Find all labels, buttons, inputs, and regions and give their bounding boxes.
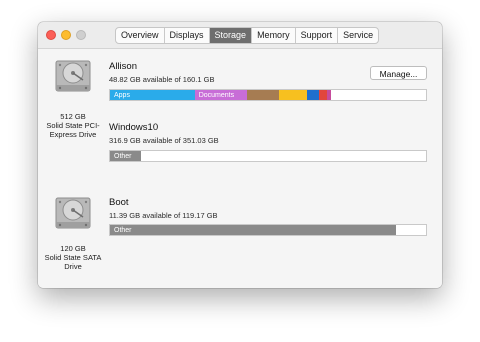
- disk-2-type-line1: Solid State SATA: [44, 253, 102, 262]
- disk-1-type-line1: Solid State PCI-: [46, 121, 100, 130]
- manage-button[interactable]: Manage...: [370, 66, 427, 80]
- storage-segment-apps: Apps: [110, 90, 195, 100]
- tab-displays[interactable]: Displays: [165, 28, 210, 43]
- hard-drive-icon: [55, 197, 91, 229]
- storage-segment-documents: Documents: [194, 90, 247, 100]
- volume-name-boot: Boot: [109, 197, 129, 208]
- storage-bar-boot: Other: [109, 224, 427, 236]
- volume-name-windows10: Windows10: [109, 122, 159, 133]
- tab-bar: Overview Displays Storage Memory Support…: [115, 27, 380, 44]
- storage-bar-windows10: Other: [109, 150, 427, 162]
- storage-segment-category-4: [278, 90, 308, 100]
- minimize-window-button[interactable]: [61, 30, 71, 40]
- tab-memory[interactable]: Memory: [252, 28, 296, 43]
- disk-2-caption: 120 GB Solid State SATA Drive: [38, 244, 108, 271]
- tab-storage[interactable]: Storage: [209, 28, 253, 43]
- zoom-window-button[interactable]: [76, 30, 86, 40]
- storage-bar-allison: Apps Documents: [109, 89, 427, 101]
- storage-segment-category-7: [326, 90, 331, 100]
- disk-2-type-line2: Drive: [64, 262, 82, 271]
- volume-available-boot: 11.39 GB available of 119.17 GB: [109, 211, 218, 220]
- disk-2-capacity: 120 GB: [60, 244, 86, 253]
- volume-available-allison: 48.82 GB available of 160.1 GB: [109, 75, 215, 84]
- storage-segment-category-6: [318, 90, 327, 100]
- volume-available-windows10: 316.9 GB available of 351.03 GB: [109, 136, 219, 145]
- disk-1-caption: 512 GB Solid State PCI- Express Drive: [38, 112, 108, 139]
- disk-1-type-line2: Express Drive: [49, 130, 97, 139]
- volume-name-allison: Allison: [109, 61, 137, 72]
- storage-segment-other: Other: [110, 151, 141, 161]
- tab-overview[interactable]: Overview: [116, 28, 165, 43]
- storage-segment-other: Other: [110, 225, 396, 235]
- title-bar: Overview Displays Storage Memory Support…: [38, 22, 442, 48]
- about-this-mac-window: Overview Displays Storage Memory Support…: [38, 22, 442, 288]
- disk-1-capacity: 512 GB: [60, 112, 86, 121]
- storage-segment-category-3: [246, 90, 279, 100]
- tab-service[interactable]: Service: [338, 28, 378, 43]
- close-window-button[interactable]: [46, 30, 56, 40]
- tab-support[interactable]: Support: [296, 28, 339, 43]
- hard-drive-icon: [55, 60, 91, 92]
- storage-panel: 512 GB Solid State PCI- Express Drive Al…: [38, 48, 442, 288]
- storage-segment-category-5: [307, 90, 319, 100]
